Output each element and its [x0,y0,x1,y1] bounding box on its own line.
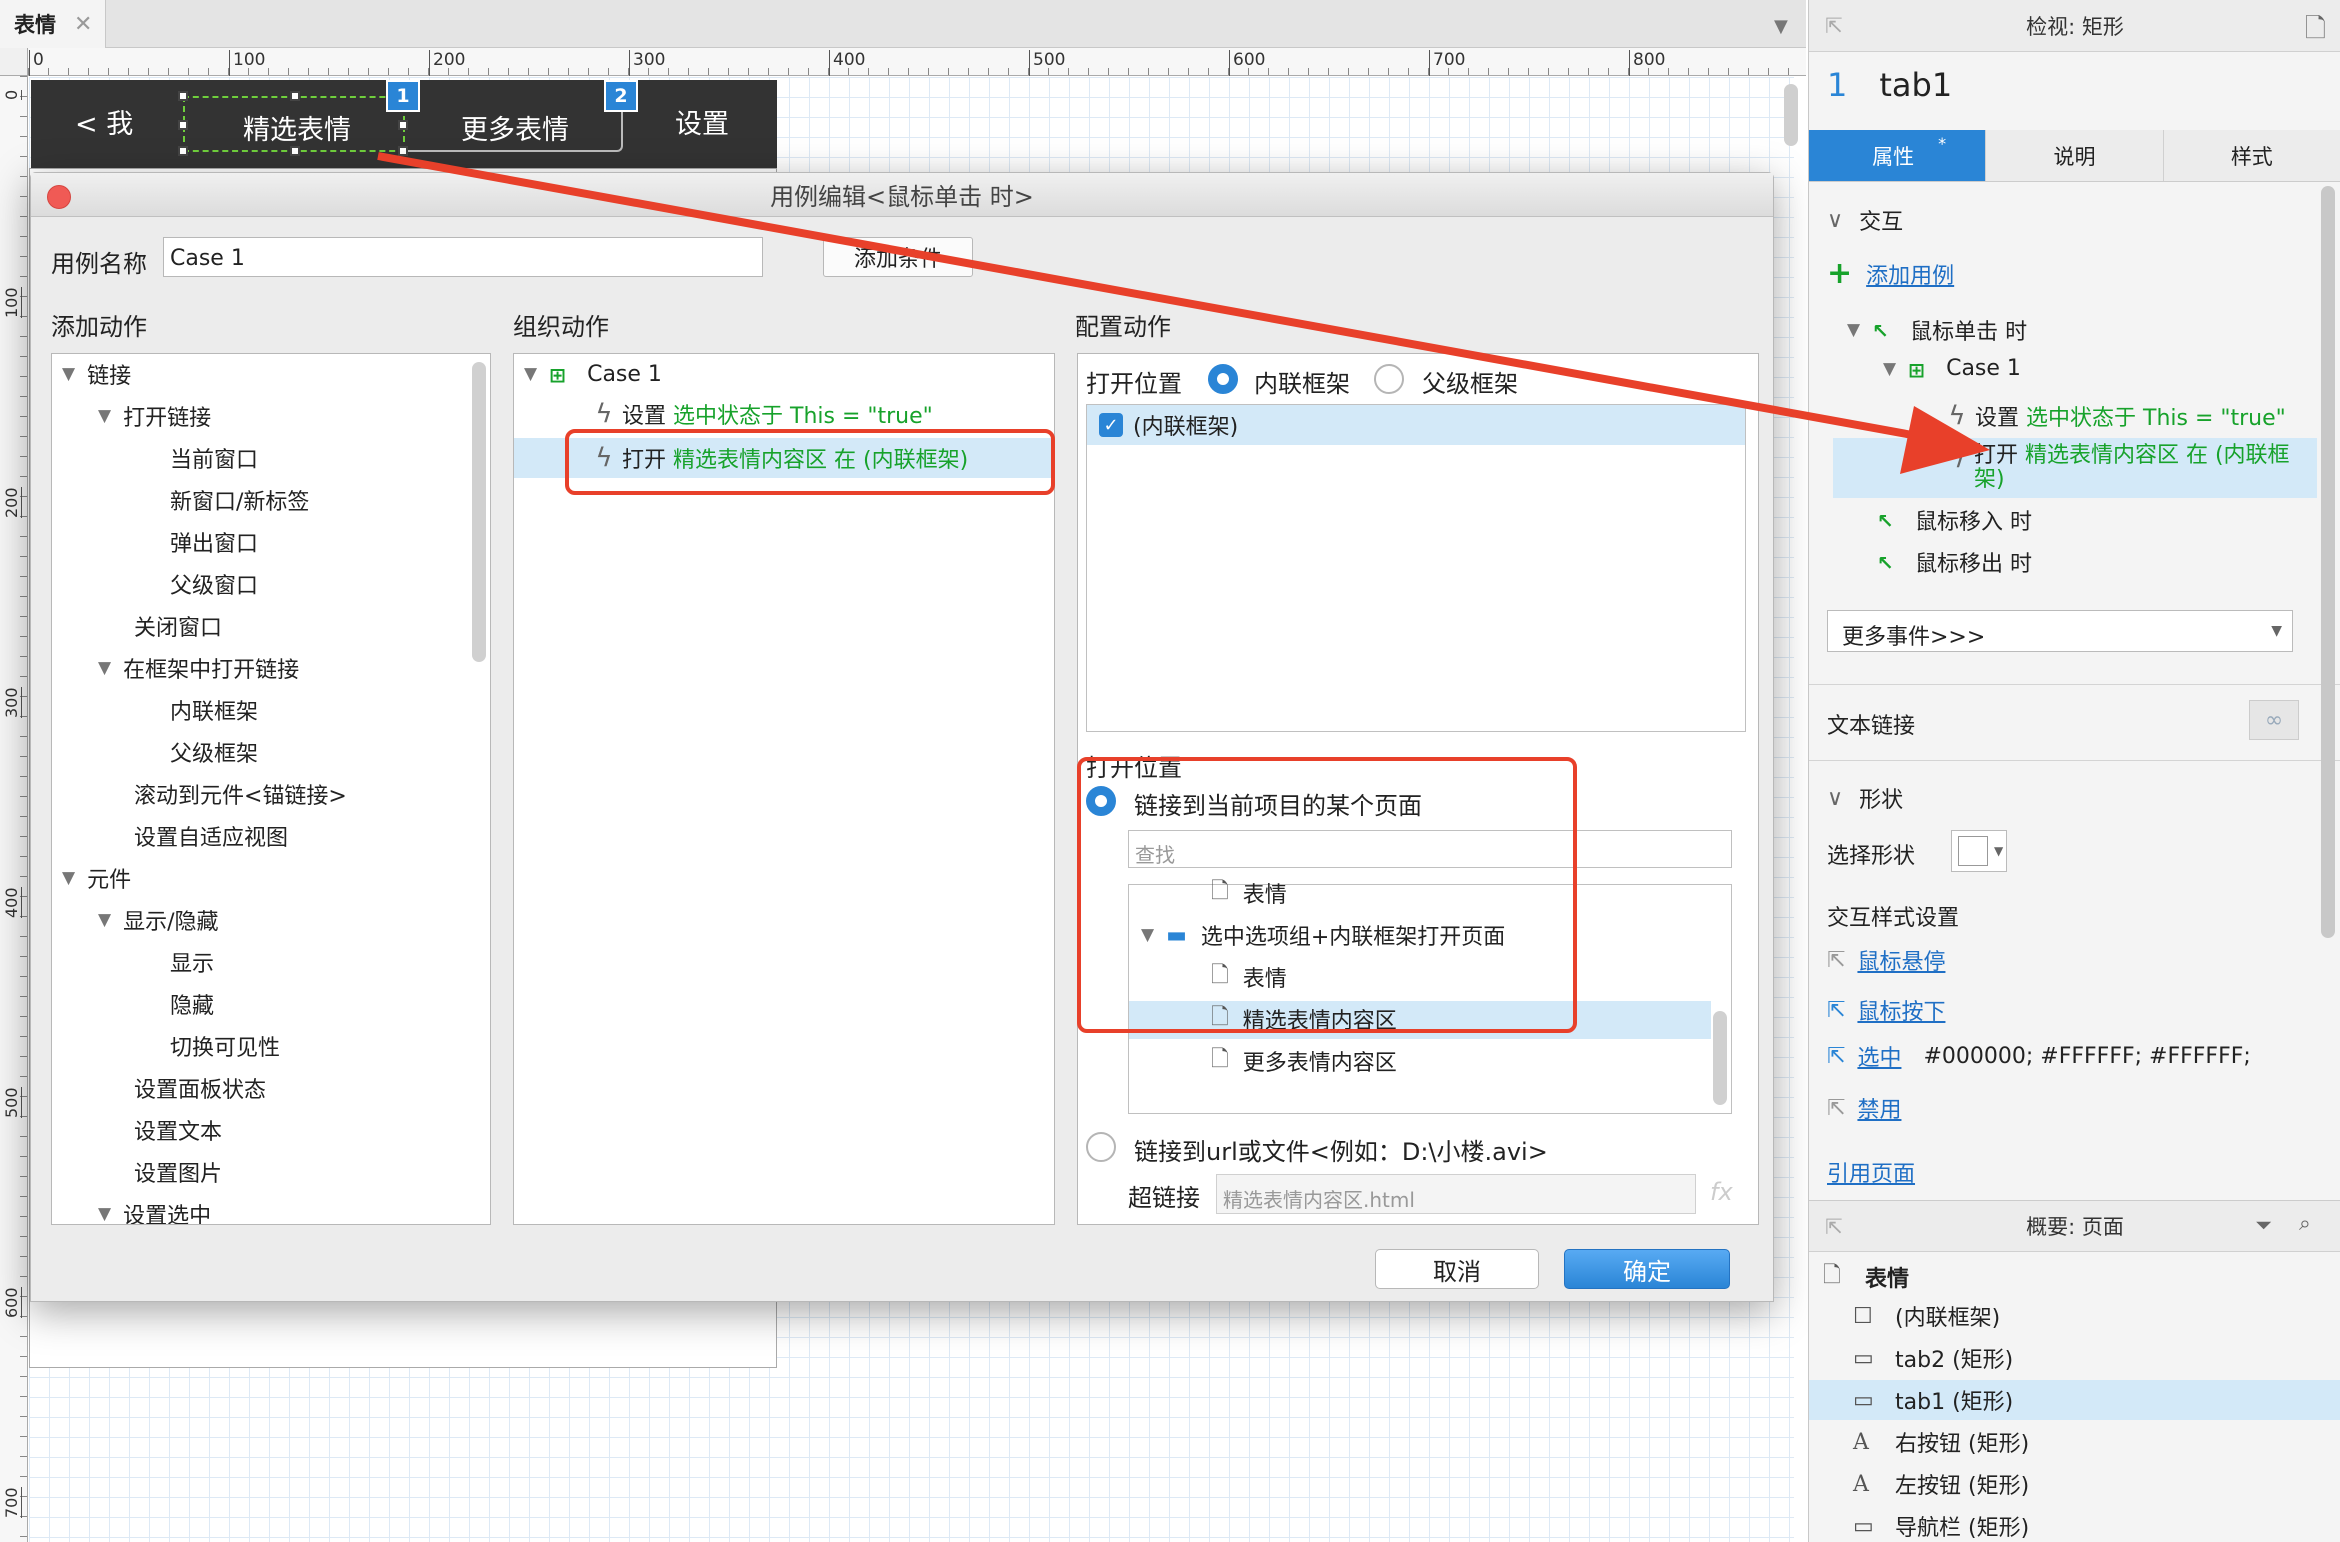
annotation-arrow [377,152,1990,474]
